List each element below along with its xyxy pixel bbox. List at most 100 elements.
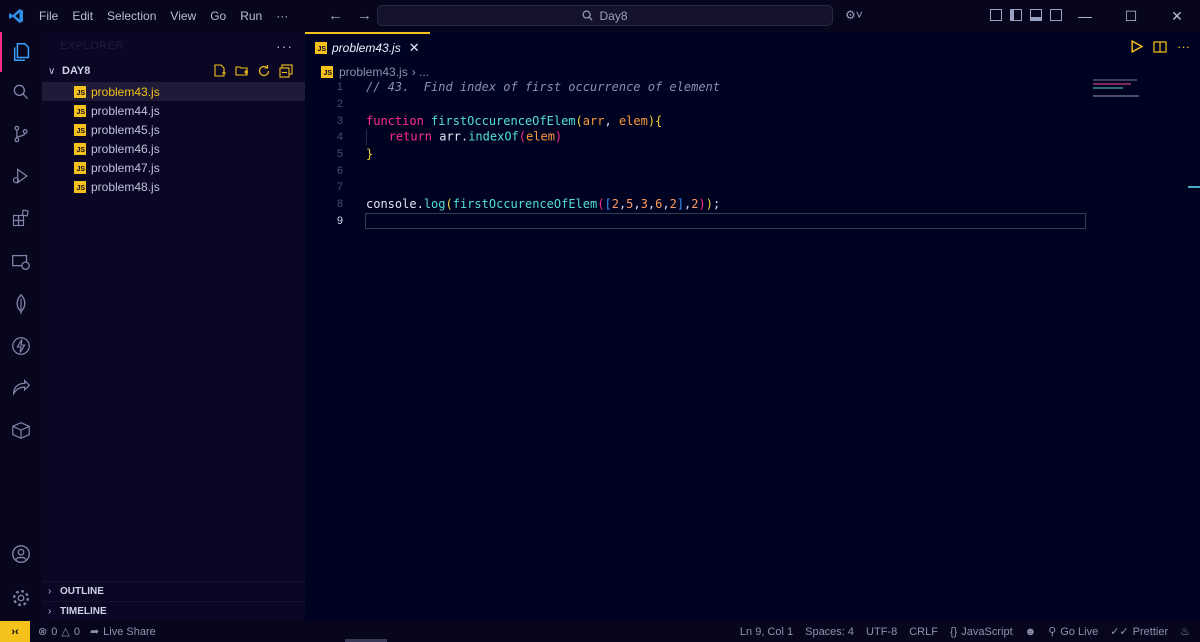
run-debug-icon[interactable] bbox=[0, 156, 42, 196]
js-file-icon: JS bbox=[321, 66, 333, 78]
error-icon: ⊗ bbox=[38, 626, 48, 638]
current-line-highlight bbox=[365, 212, 1086, 229]
settings-gear-icon[interactable] bbox=[0, 578, 42, 618]
file-item[interactable]: JS problem47.js bbox=[42, 158, 305, 177]
chevron-down-icon: ∨ bbox=[48, 65, 56, 77]
explorer-sidebar: EXPLORER ··· ∨ DAY8 JS problem43.js JS prob… bbox=[42, 32, 305, 621]
remote-explorer-icon[interactable] bbox=[0, 242, 42, 282]
live-share-icon: ➦ bbox=[89, 626, 100, 638]
folder-name: DAY8 bbox=[62, 65, 91, 77]
file-item[interactable]: JS problem45.js bbox=[42, 120, 305, 139]
back-arrow-icon[interactable]: ← bbox=[328, 7, 343, 24]
new-folder-icon[interactable] bbox=[235, 64, 249, 78]
editor-area: JS problem43.js ✕ ··· JS problem43.js › … bbox=[305, 32, 1200, 621]
refresh-icon[interactable] bbox=[257, 64, 271, 78]
search-text: Day8 bbox=[599, 8, 628, 23]
notifications-bell-icon[interactable]: ♨ bbox=[1180, 625, 1190, 638]
mongodb-leaf-icon[interactable] bbox=[0, 284, 42, 324]
code-editor[interactable]: 1// 43. Find index of first occurrence o… bbox=[305, 79, 1200, 229]
remote-indicator-icon[interactable]: ›‹ bbox=[0, 621, 30, 642]
file-name: problem43.js bbox=[91, 84, 160, 99]
menu-more[interactable]: ··· bbox=[276, 9, 288, 23]
source-control-icon[interactable] bbox=[0, 114, 42, 154]
outline-section[interactable]: › OUTLINE bbox=[42, 581, 305, 601]
menu-view[interactable]: View bbox=[170, 9, 196, 23]
indentation[interactable]: Spaces: 4 bbox=[805, 626, 854, 638]
chevron-right-icon: › bbox=[48, 606, 52, 617]
toggle-panel-icon[interactable] bbox=[1030, 9, 1042, 21]
title-bar: File Edit Selection View Go Run ··· ← → … bbox=[0, 0, 1200, 32]
close-window-icon[interactable]: ✕ bbox=[1154, 0, 1200, 32]
breadcrumb-file[interactable]: problem43.js bbox=[339, 65, 408, 79]
end-of-line[interactable]: CRLF bbox=[909, 626, 938, 638]
breadcrumb-rest[interactable]: › ... bbox=[412, 65, 429, 79]
minimap[interactable] bbox=[1093, 79, 1143, 99]
warning-icon: △ bbox=[61, 626, 70, 638]
cursor-position[interactable]: Ln 9, Col 1 bbox=[740, 626, 793, 638]
menu-bar: File Edit Selection View Go Run ··· bbox=[32, 9, 295, 23]
folder-day8[interactable]: ∨ DAY8 bbox=[42, 60, 305, 82]
accounts-icon[interactable] bbox=[0, 534, 42, 574]
menu-run[interactable]: Run bbox=[240, 9, 262, 23]
editor-more-actions[interactable]: ··· bbox=[1177, 39, 1190, 54]
js-file-icon: JS bbox=[74, 85, 86, 98]
js-file-icon: JS bbox=[315, 42, 327, 54]
explorer-title: EXPLORER bbox=[60, 40, 124, 52]
file-name: problem46.js bbox=[91, 141, 160, 156]
prettier-button[interactable]: ✓✓ Prettier bbox=[1110, 625, 1168, 639]
code-line-6: 6 bbox=[336, 164, 343, 177]
explorer-more-actions[interactable]: ··· bbox=[276, 38, 293, 54]
code-line-7: 7 bbox=[336, 181, 343, 194]
forward-arrow-icon[interactable]: → bbox=[357, 7, 372, 24]
close-tab-icon[interactable]: ✕ bbox=[409, 40, 420, 56]
tab-label: problem43.js bbox=[332, 41, 401, 55]
code-line-9: 9 bbox=[305, 212, 1200, 230]
file-item[interactable]: JS problem46.js bbox=[42, 139, 305, 158]
check-icon: ✓✓ bbox=[1110, 626, 1129, 638]
copilot-icon[interactable]: ⚙˅ bbox=[845, 8, 863, 22]
extensions-icon[interactable] bbox=[0, 198, 42, 238]
menu-edit[interactable]: Edit bbox=[72, 9, 93, 23]
code-line-4: 4 return arr.indexOf(elem) bbox=[336, 129, 563, 146]
minimize-icon[interactable]: — bbox=[1062, 0, 1108, 32]
encoding[interactable]: UTF-8 bbox=[866, 626, 897, 638]
code-line-1: 1// 43. Find index of first occurrence o… bbox=[336, 80, 721, 95]
chevron-right-icon: › bbox=[48, 586, 52, 597]
toggle-secondary-sidebar-icon[interactable] bbox=[1050, 9, 1062, 21]
collapse-all-icon[interactable] bbox=[279, 64, 293, 78]
scrollbar-marker bbox=[1188, 186, 1200, 188]
copilot-status-icon[interactable]: ☻ bbox=[1025, 626, 1037, 638]
live-share-button[interactable]: ➦ Live Share bbox=[89, 625, 156, 639]
code-line-5: 5} bbox=[336, 147, 374, 162]
split-editor-icon[interactable] bbox=[1153, 40, 1167, 54]
explorer-icon[interactable] bbox=[0, 32, 42, 72]
go-live-button[interactable]: ⚲ Go Live bbox=[1048, 625, 1098, 639]
search-icon[interactable] bbox=[0, 72, 42, 112]
timeline-section[interactable]: › TIMELINE bbox=[42, 601, 305, 621]
code-line-2: 2 bbox=[336, 98, 343, 111]
tab-problem43[interactable]: JS problem43.js ✕ bbox=[305, 32, 430, 62]
menu-file[interactable]: File bbox=[39, 9, 58, 23]
file-item[interactable]: JS problem43.js bbox=[42, 82, 305, 101]
package-box-icon[interactable] bbox=[0, 410, 42, 450]
language-mode[interactable]: {} JavaScript bbox=[950, 626, 1013, 638]
status-bar: ›‹ ⊗ 0 △ 0 ➦ Live Share Ln 9, Col 1 Spac… bbox=[0, 621, 1200, 642]
menu-go[interactable]: Go bbox=[210, 9, 226, 23]
maximize-icon[interactable]: ☐ bbox=[1108, 0, 1154, 32]
file-item[interactable]: JS problem48.js bbox=[42, 177, 305, 196]
customize-layout-icon[interactable] bbox=[990, 9, 1002, 21]
code-line-8: 8 console.log(firstOccurenceOfElem([2,5,3… bbox=[336, 197, 721, 212]
activity-bar bbox=[0, 32, 42, 621]
run-code-icon[interactable] bbox=[1130, 40, 1143, 53]
lightning-icon[interactable] bbox=[0, 326, 42, 366]
js-file-icon: JS bbox=[74, 180, 86, 193]
toggle-primary-sidebar-icon[interactable] bbox=[1010, 9, 1022, 21]
menu-selection[interactable]: Selection bbox=[107, 9, 156, 23]
file-name: problem48.js bbox=[91, 179, 160, 194]
file-name: problem45.js bbox=[91, 122, 160, 137]
new-file-icon[interactable] bbox=[213, 64, 227, 78]
live-share-icon[interactable] bbox=[0, 368, 42, 408]
problems-indicator[interactable]: ⊗ 0 △ 0 bbox=[38, 625, 80, 639]
file-item[interactable]: JS problem44.js bbox=[42, 101, 305, 120]
command-center-search[interactable]: Day8 bbox=[377, 5, 833, 26]
